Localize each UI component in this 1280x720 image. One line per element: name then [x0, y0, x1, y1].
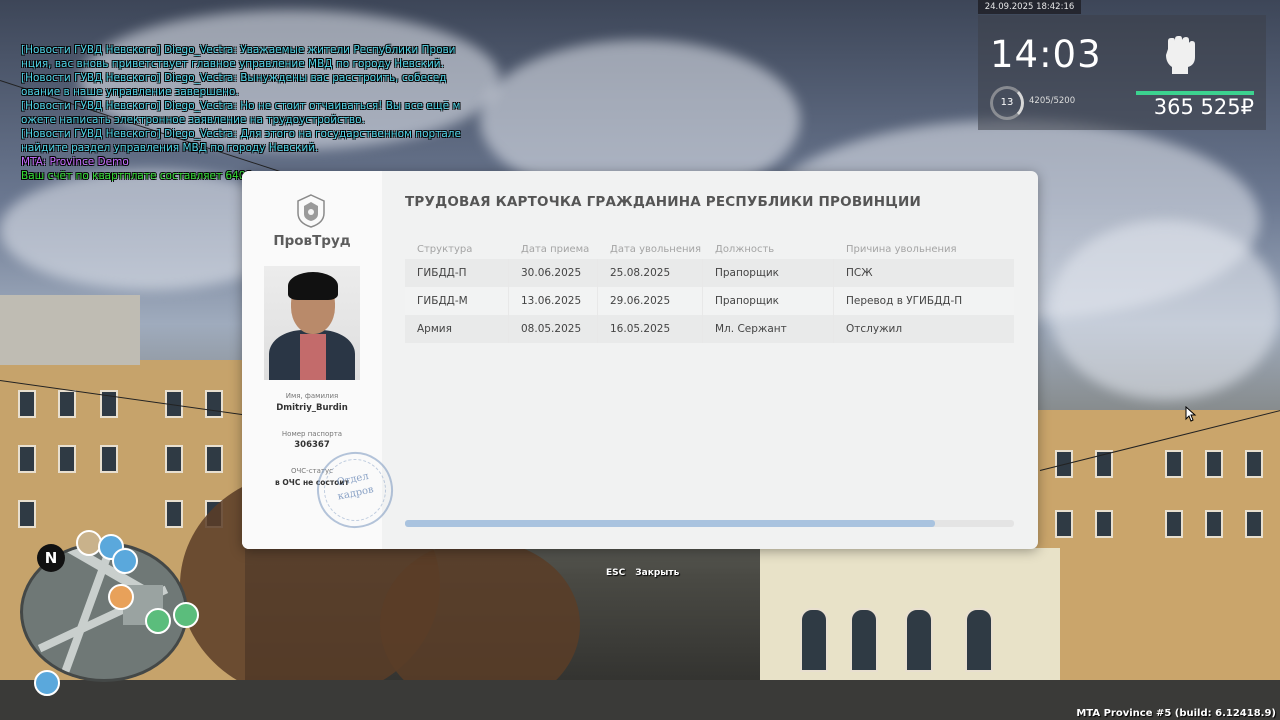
- table-row: Армия 08.05.2025 16.05.2025 Мл. Сержант …: [405, 315, 1014, 343]
- table-row: ГИБДД-М 13.06.2025 29.06.2025 Прапорщик …: [405, 287, 1014, 315]
- cell-structure: Армия: [405, 315, 509, 343]
- hud-panel: 14:03 13 4205/5200 365 525₽: [978, 15, 1266, 130]
- cell-dismissal-date: 29.06.2025: [598, 287, 703, 315]
- cell-structure: ГИБДД-П: [405, 259, 509, 287]
- column-header: Дата увольнения: [610, 243, 702, 255]
- cell-dismissal-reason: ПСЖ: [834, 259, 1014, 287]
- card-title: ТРУДОВАЯ КАРТОЧКА ГРАЖДАНИНА РЕСПУБЛИКИ …: [405, 194, 922, 210]
- labour-card-window: ПровТруд Имя, фамилия Dmitriy_Burdin Ном…: [242, 171, 1038, 549]
- brand-name: ПровТруд: [273, 233, 351, 249]
- chat-line: ожете написать электронное заявление на …: [21, 114, 365, 126]
- cell-position: Прапорщик: [703, 287, 834, 315]
- chat-line: найдите раздел управления МВД по городу …: [21, 142, 319, 154]
- cell-dismissal-reason: Перевод в УГИБДД-П: [834, 287, 1014, 315]
- compass-north-icon: N: [37, 544, 65, 572]
- column-header: Должность: [715, 243, 775, 255]
- experience-counter: 4205/5200: [1029, 96, 1076, 106]
- close-hint[interactable]: ESC Закрыть: [606, 568, 679, 578]
- chat-line: [Новости ГУВД Невского] Diego_Vectra: Но…: [21, 100, 461, 112]
- name-label: Имя, фамилия: [285, 392, 339, 400]
- hr-stamp: Отдел кадров: [309, 444, 401, 536]
- money-amount: 365 525₽: [1153, 95, 1254, 119]
- build-version: MTA Province #5 (build: 6.12418.9): [1076, 708, 1276, 719]
- name-value: Dmitriy_Burdin: [276, 403, 348, 413]
- cell-hire-date: 08.05.2025: [509, 315, 598, 343]
- fist-icon: [1166, 36, 1195, 74]
- chat-line: нция, вас вновь приветствует главное упр…: [21, 58, 444, 70]
- cell-hire-date: 30.06.2025: [509, 259, 598, 287]
- mouse-cursor-icon: [1185, 406, 1197, 422]
- cell-hire-date: 13.06.2025: [509, 287, 598, 315]
- column-header: Причина увольнения: [846, 243, 957, 255]
- cell-position: Прапорщик: [703, 259, 834, 287]
- table-row: ГИБДД-П 30.06.2025 25.08.2025 Прапорщик …: [405, 259, 1014, 287]
- chat-log: [Новости ГУВД Невского] Diego_Vectra: Ув…: [21, 43, 461, 183]
- map-marker-icon: [173, 602, 199, 628]
- chat-line: MTA: Province Demo: [21, 156, 129, 168]
- chat-line: [Новости ГУВД Невского] Diego_Vectra: Ув…: [21, 44, 456, 56]
- citizen-photo: [264, 266, 360, 380]
- shirt-shop-icon: [112, 548, 138, 574]
- passport-value: 306367: [294, 440, 330, 450]
- column-header: Дата приема: [521, 243, 590, 255]
- cell-dismissal-reason: Отслужил: [834, 315, 1014, 343]
- profile-sidebar: ПровТруд Имя, фамилия Dmitriy_Burdin Ном…: [242, 171, 401, 549]
- table-header-row: Структура Дата приема Дата увольнения До…: [405, 239, 1014, 259]
- column-header: Структура: [417, 243, 473, 255]
- chat-line: [Новости ГУВД Невского] Diego_Vectra: Дл…: [21, 128, 461, 140]
- hud-datetime: 24.09.2025 18:42:16: [978, 0, 1081, 14]
- cell-structure: ГИБДД-М: [405, 287, 509, 315]
- cell-position: Мл. Сержант: [703, 315, 834, 343]
- ministry-emblem-icon: [297, 194, 325, 228]
- level-number: 13: [1000, 97, 1014, 108]
- map-marker-icon: [108, 584, 134, 610]
- employment-history-table: Структура Дата приема Дата увольнения До…: [405, 239, 1014, 343]
- horizontal-scrollbar[interactable]: [405, 520, 1014, 527]
- cell-dismissal-date: 25.08.2025: [598, 259, 703, 287]
- cell-dismissal-date: 16.05.2025: [598, 315, 703, 343]
- bank-icon: [145, 608, 171, 634]
- passport-label: Номер паспорта: [281, 430, 343, 438]
- vehicle-icon: [34, 670, 60, 696]
- close-label[interactable]: Закрыть: [635, 568, 679, 578]
- hud-clock: 14:03: [990, 33, 1102, 76]
- chat-line: [Новости ГУВД Невского] Diego_Vectra: Вы…: [21, 72, 447, 84]
- scrollbar-thumb[interactable]: [405, 520, 935, 527]
- level-ring-icon: 13: [990, 86, 1024, 120]
- chat-line: ование в наше управление завершено.: [21, 86, 239, 98]
- esc-key-label: ESC: [606, 568, 626, 578]
